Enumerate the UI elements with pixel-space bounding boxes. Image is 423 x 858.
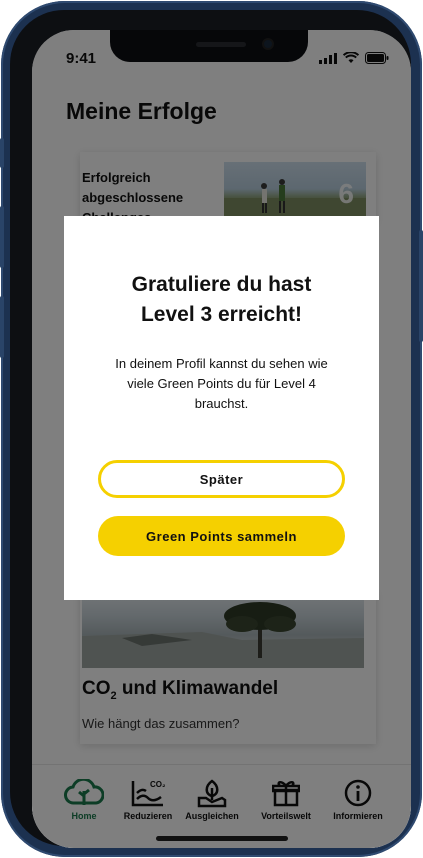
side-button-silent: [0, 138, 4, 168]
side-button-volume-up: [0, 206, 4, 268]
phone-bezel: 9:41: [10, 10, 411, 848]
modal-title: Gratuliere du hast Level 3 erreicht!: [64, 270, 379, 330]
modal-title-line-2: Level 3 erreicht!: [140, 303, 303, 326]
modal-text: In deinem Profil kannst du sehen wie vie…: [115, 356, 328, 411]
home-indicator: [156, 836, 288, 841]
screen: 9:41: [32, 30, 411, 848]
modal-title-line-1: Gratuliere du hast: [131, 273, 312, 296]
collect-green-points-button[interactable]: Green Points sammeln: [98, 516, 345, 556]
side-button-volume-down: [0, 296, 4, 358]
side-button-power: [419, 230, 423, 342]
level-up-modal: Gratuliere du hast Level 3 erreicht! In …: [64, 216, 379, 600]
later-button[interactable]: Später: [98, 460, 345, 498]
